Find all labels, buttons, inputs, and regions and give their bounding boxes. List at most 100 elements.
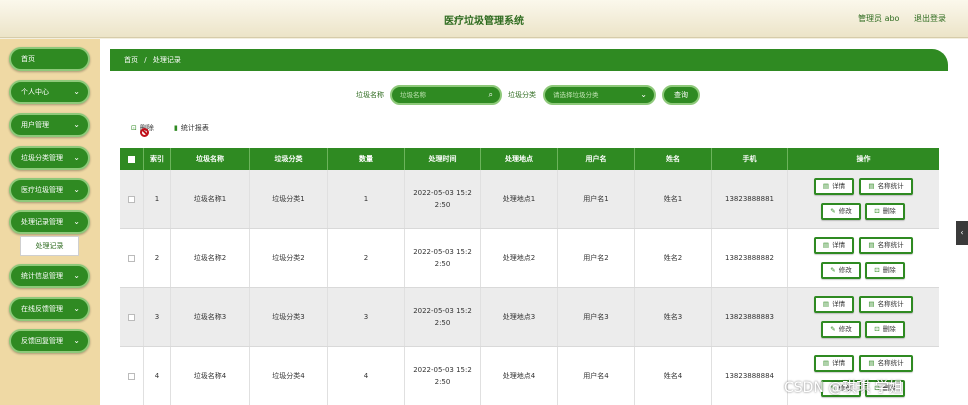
breadcrumb-separator: /: [144, 56, 147, 64]
name-stats-button[interactable]: ▤ 名称统计: [859, 296, 913, 313]
cell-index: 2: [144, 229, 171, 287]
collapse-panel-button[interactable]: ‹: [956, 221, 968, 245]
cell-place: 处理地点1: [481, 170, 558, 228]
sidebar: 首页 个人中心 ⌄ 用户管理 ⌄ 垃圾分类管理 ⌄ 医疗垃圾管理 ⌄ 处理记录管理 ⌄ 处…: [0, 39, 100, 405]
cell-username: 用户名3: [558, 288, 635, 346]
cell-time: 2022-05-03 15:22:50: [405, 229, 481, 287]
sidebar-item-label: 在线反馈管理: [21, 305, 63, 313]
sidebar-item-label: 反馈回复管理: [21, 337, 63, 345]
sidebar-item-label: 医疗垃圾管理: [21, 186, 63, 194]
sidebar-item-replies[interactable]: 反馈回复管理 ⌄: [9, 329, 90, 353]
cell-category: 垃圾分类3: [250, 288, 328, 346]
cell-time: 2022-05-03 15:22:50: [405, 288, 481, 346]
row-checkbox[interactable]: [120, 288, 144, 346]
app-title: 医疗垃圾管理系统: [444, 16, 524, 27]
cell-place: 处理地点3: [481, 288, 558, 346]
watermark: CSDN @琪琪 学姐: [784, 380, 903, 396]
name-search-input[interactable]: 垃圾名称 ⌕: [390, 85, 502, 105]
row-checkbox[interactable]: [120, 229, 144, 287]
delete-button[interactable]: ⊡ 删除: [865, 203, 905, 220]
cell-actions: ▤ 详情 ▤ 名称统计 ✎ 修改 ⊡ 删除: [788, 229, 939, 287]
category-label: 垃圾分类: [508, 91, 536, 99]
table-row: 2 垃圾名称2 垃圾分类2 2 2022-05-03 15:22:50 处理地点2 用户名2…: [120, 229, 939, 288]
sidebar-item-medical-waste[interactable]: 医疗垃圾管理 ⌄: [9, 178, 90, 202]
cell-category: 垃圾分类2: [250, 229, 328, 287]
name-stats-button[interactable]: ▤ 名称统计: [859, 355, 913, 372]
delete-button[interactable]: ⊡ 删除: [865, 262, 905, 279]
trash-icon: ⊡: [874, 325, 880, 333]
document-icon: ▤: [822, 300, 830, 308]
action-label: 名称统计: [877, 359, 904, 367]
document-icon: ▤: [868, 359, 875, 367]
sidebar-item-label: 垃圾分类管理: [21, 154, 63, 162]
select-all-checkbox[interactable]: [120, 148, 144, 170]
sidebar-item-records[interactable]: 处理记录管理 ⌄: [9, 210, 90, 234]
col-category: 垃圾分类: [250, 148, 328, 170]
query-button[interactable]: 查询: [662, 85, 700, 105]
name-stats-button[interactable]: ▤ 名称统计: [859, 237, 913, 254]
cell-index: 1: [144, 170, 171, 228]
checkbox-icon: [128, 155, 135, 163]
cell-realname: 姓名1: [635, 170, 712, 228]
cell-name: 垃圾名称1: [171, 170, 250, 228]
cell-username: 用户名2: [558, 229, 635, 287]
chevron-down-icon: ⌄: [73, 304, 80, 313]
col-actions: 操作: [856, 155, 871, 163]
col-name: 垃圾名称: [171, 148, 250, 170]
main-content: 首页 / 处理记录 垃圾名称 垃圾名称 ⌕ 垃圾分类 请选择垃圾分类 ⌄ 查询 …: [100, 39, 968, 405]
chevron-down-icon: ⌄: [73, 87, 80, 96]
delete-button[interactable]: ⊡ 删除: [865, 321, 905, 338]
edit-button[interactable]: ✎ 修改: [821, 262, 861, 279]
sidebar-item-feedback[interactable]: 在线反馈管理 ⌄: [9, 297, 90, 321]
cell-category: 垃圾分类1: [250, 170, 328, 228]
search-icon[interactable]: ⌕: [489, 87, 493, 103]
detail-button[interactable]: ▤ 详情: [814, 178, 854, 195]
sidebar-item-label: 个人中心: [21, 88, 49, 96]
edit-button[interactable]: ✎ 修改: [821, 203, 861, 220]
document-icon: ▤: [868, 300, 875, 308]
detail-button[interactable]: ▤ 详情: [814, 296, 854, 313]
detail-button[interactable]: ▤ 详情: [814, 237, 854, 254]
stats-report-button[interactable]: ▮ 统计报表: [174, 123, 209, 133]
detail-button[interactable]: ▤ 详情: [814, 355, 854, 372]
cell-realname: 姓名4: [635, 347, 712, 405]
cell-username: 用户名1: [558, 170, 635, 228]
trash-icon: ⊡: [874, 266, 880, 274]
chevron-down-icon: ⌄: [640, 90, 647, 99]
sidebar-item-home[interactable]: 首页: [9, 47, 90, 71]
name-stats-button[interactable]: ▤ 名称统计: [859, 178, 913, 195]
sidebar-item-profile[interactable]: 个人中心 ⌄: [9, 80, 90, 104]
edit-button[interactable]: ✎ 修改: [821, 321, 861, 338]
cell-index: 3: [144, 288, 171, 346]
breadcrumb-current: 处理记录: [152, 56, 181, 64]
cell-index: 4: [144, 347, 171, 405]
action-label: 删除: [882, 266, 896, 274]
sidebar-item-users[interactable]: 用户管理 ⌄: [9, 113, 90, 137]
sidebar-subitem-records[interactable]: 处理记录: [20, 236, 79, 256]
trash-icon: ⊡: [874, 207, 880, 215]
action-label: 修改: [838, 207, 852, 215]
chevron-down-icon: ⌄: [73, 153, 80, 162]
row-checkbox[interactable]: [120, 170, 144, 228]
logout-link[interactable]: 退出登录: [914, 14, 946, 23]
category-select[interactable]: 请选择垃圾分类 ⌄: [543, 85, 656, 105]
cell-time: 2022-05-03 15:22:50: [405, 170, 481, 228]
document-icon: ▤: [822, 359, 830, 367]
row-checkbox[interactable]: [120, 347, 144, 405]
not-allowed-cursor-icon: [140, 128, 149, 137]
cell-phone: 13823888881: [712, 170, 788, 228]
table-row: 1 垃圾名称1 垃圾分类1 1 2022-05-03 15:22:50 处理地点1 用户名1…: [120, 170, 939, 229]
pencil-icon: ✎: [830, 266, 836, 274]
col-time: 处理时间: [405, 148, 481, 170]
sidebar-item-categories[interactable]: 垃圾分类管理 ⌄: [9, 146, 90, 170]
breadcrumb-home[interactable]: 首页: [124, 56, 138, 64]
cell-place: 处理地点4: [481, 347, 558, 405]
admin-user-label: 管理员 abo: [858, 14, 900, 23]
bar-chart-icon: ▮: [174, 124, 178, 132]
action-label: 详情: [832, 300, 846, 308]
action-label: 删除: [882, 325, 896, 333]
document-icon: ▤: [868, 241, 875, 249]
sidebar-item-statistics[interactable]: 统计信息管理 ⌄: [9, 264, 90, 288]
sidebar-item-label: 首页: [21, 55, 35, 63]
cell-realname: 姓名3: [635, 288, 712, 346]
